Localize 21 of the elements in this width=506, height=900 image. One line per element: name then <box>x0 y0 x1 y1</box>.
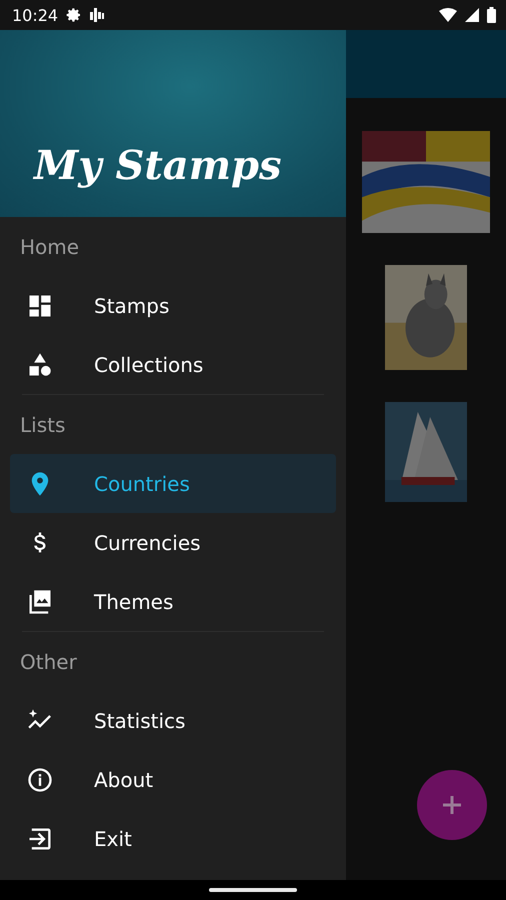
section-heading: Lists <box>19 412 66 438</box>
section-heading: Other <box>19 648 78 676</box>
menu-item[interactable]: Exit <box>10 809 336 868</box>
plus-icon <box>443 796 461 814</box>
battery-icon <box>487 7 496 23</box>
menu-item[interactable]: Themes <box>10 572 336 631</box>
menu-item[interactable]: Currencies <box>10 513 336 572</box>
home-handle[interactable] <box>209 888 297 892</box>
menu-item[interactable]: Collections <box>10 335 336 394</box>
notification-icon <box>90 7 104 23</box>
info-icon <box>26 766 54 794</box>
clock: 10:24 <box>12 6 58 24</box>
menu-item[interactable]: Statistics <box>10 691 336 750</box>
settings-icon <box>66 7 82 23</box>
signal-icon <box>465 8 479 22</box>
menu-item[interactable]: Countries <box>10 454 336 513</box>
menu-item[interactable]: About <box>10 750 336 809</box>
wifi-icon <box>439 8 457 22</box>
section-heading: Home <box>19 234 80 260</box>
menu-item[interactable]: Stamps <box>10 276 336 335</box>
app-title: My Stamps <box>34 142 282 189</box>
